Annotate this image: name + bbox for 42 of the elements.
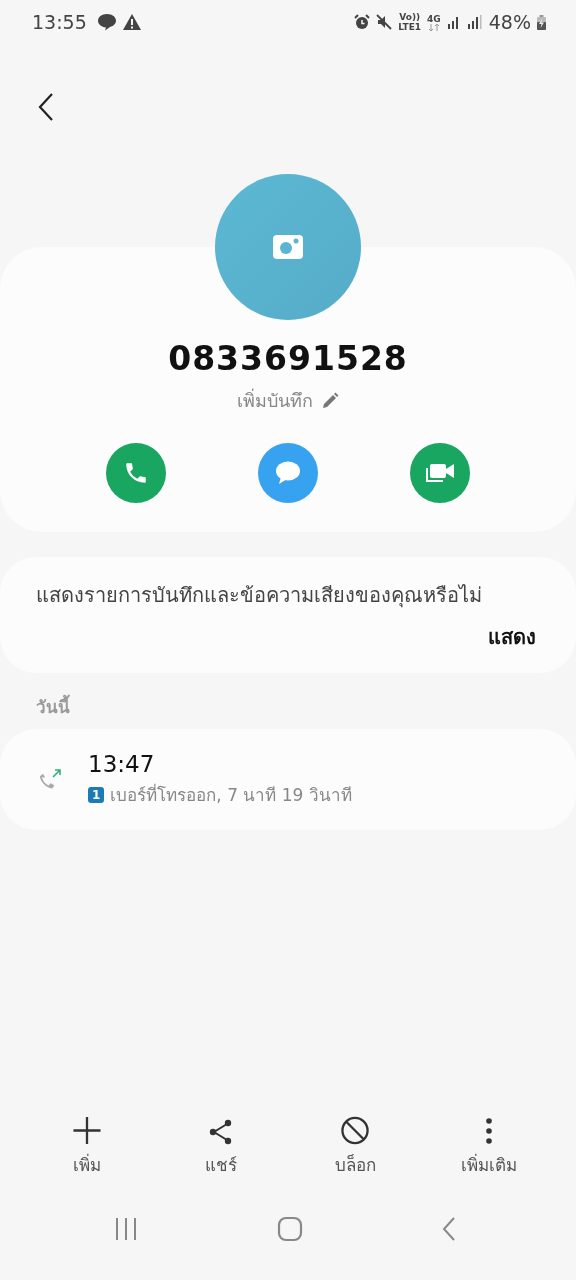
show-button[interactable]: แสดง [488, 621, 536, 653]
share-button[interactable]: แชร์ [166, 1116, 276, 1178]
call-log-item[interactable]: 13:47 1 เบอร์ที่โทรออก, 7 นาที 19 วินาที [0, 729, 576, 830]
battery-charging-icon [537, 14, 546, 30]
phone-number: 0833691528 [168, 339, 408, 378]
status-time: 13:55 [32, 11, 87, 33]
video-camera-icon [424, 461, 456, 485]
battery-percent: 48% [488, 11, 531, 33]
more-button[interactable]: เพิ่มเติม [434, 1116, 544, 1178]
sim-badge: 1 [88, 786, 105, 803]
alarm-icon [354, 14, 371, 30]
back-icon[interactable] [442, 1217, 456, 1241]
plus-icon [72, 1116, 102, 1145]
call-time: 13:47 [88, 751, 156, 777]
network-label: 4G [427, 13, 441, 24]
section-header: วันนี้ [36, 693, 576, 729]
more-icon [485, 1117, 493, 1145]
signal-icon [466, 15, 483, 29]
recent-apps-icon[interactable] [114, 1217, 138, 1241]
lte-label: LTE1 [398, 22, 422, 32]
mute-icon [376, 14, 393, 30]
data-arrows-icon [427, 23, 440, 31]
signal-icon [446, 15, 461, 29]
chat-bubble-icon [96, 13, 117, 31]
share-icon [208, 1119, 234, 1145]
chat-bubble-icon [274, 460, 302, 486]
block-button[interactable]: บล็อก [300, 1116, 410, 1178]
video-call-button[interactable] [410, 443, 470, 503]
warning-icon [122, 14, 141, 30]
home-icon[interactable] [277, 1216, 303, 1242]
pencil-icon [321, 391, 339, 410]
block-icon [340, 1116, 370, 1145]
back-button[interactable] [38, 92, 56, 122]
phone-icon [123, 460, 149, 486]
add-note-button[interactable]: เพิ่มบันทึก [237, 386, 339, 415]
call-detail: เบอร์ที่โทรออก, 7 นาที 19 วินาที [110, 782, 352, 807]
prompt-text: แสดงรายการบันทึกและข้อความเสียงของคุณหรือไม่ [36, 582, 483, 610]
add-button[interactable]: เพิ่ม [32, 1116, 142, 1178]
volte-label: Vo)) [399, 12, 421, 22]
message-button[interactable] [258, 443, 318, 503]
call-button[interactable] [106, 443, 166, 503]
camera-icon [273, 235, 303, 259]
